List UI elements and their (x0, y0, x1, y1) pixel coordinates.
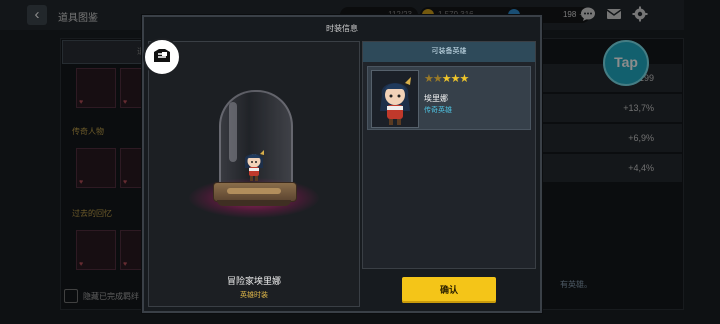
costume-preview-panel: 冒险家埃里娜 英雄时装 (143, 38, 360, 307)
star-icon: ★ (459, 73, 470, 85)
hero-portrait-figure (380, 77, 411, 125)
costume-character-figure (244, 150, 264, 181)
costume-type: 英雄时装 (240, 292, 268, 299)
star-icon: ★ (424, 73, 434, 85)
costume-name: 冒险家埃里娜 (226, 276, 281, 286)
star-icon: ★ (450, 73, 461, 85)
star-icon: ★ (432, 73, 443, 85)
confirm-button[interactable]: 确认 (402, 277, 496, 303)
costume-info-modal: 时装信息 冒险家埃里娜 英雄时装 可装备英雄 ★★★★★ 埃里娜 传奇英雄 确认 (142, 15, 542, 313)
hero-star-rating: ★★★★★ (424, 72, 470, 85)
hero-card[interactable]: ★★★★★ 埃里娜 传奇英雄 (367, 66, 531, 130)
dome-base-foot (217, 200, 291, 206)
dome-highlight (229, 102, 237, 162)
costume-badge (143, 38, 181, 76)
modal-title: 时装信息 (326, 24, 358, 33)
costume-shirt-icon (154, 49, 170, 62)
equippable-heroes-panel: 可装备英雄 ★★★★★ 埃里娜 传奇英雄 (362, 41, 536, 269)
dome-base-plate (227, 188, 281, 194)
hero-name: 埃里娜 (424, 94, 448, 103)
equippable-heroes-header: 可装备英雄 (363, 42, 535, 62)
hero-portrait (371, 70, 419, 128)
hero-grade: 传奇英雄 (424, 107, 452, 114)
star-icon: ★ (441, 73, 452, 85)
